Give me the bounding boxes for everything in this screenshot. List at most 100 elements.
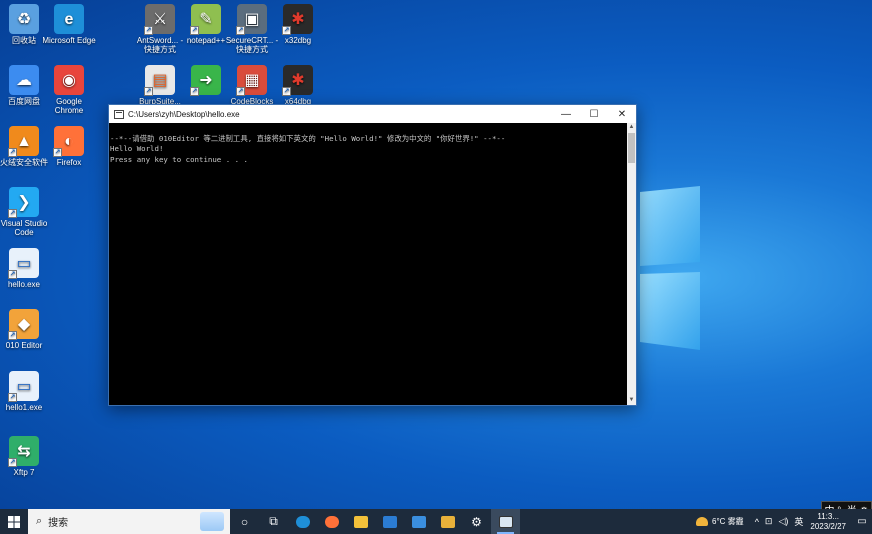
taskbar-edge[interactable]	[288, 509, 317, 534]
app-icon	[440, 515, 455, 528]
search-placeholder: 搜索	[48, 518, 69, 529]
start-button[interactable]	[0, 509, 28, 534]
vscode-icon: ❯ ↗	[8, 187, 39, 218]
shortcut-arrow-icon: ↗	[190, 26, 199, 35]
securecrt-icon: ▣ ↗	[236, 4, 267, 35]
antsword-icon: ⚔ ↗	[144, 4, 175, 35]
taskbar-mail[interactable]	[404, 509, 433, 534]
taskbar-store[interactable]	[375, 509, 404, 534]
shortcut-arrow-icon: ↗	[190, 87, 199, 96]
desktop-icon[interactable]: ❯ ↗ Visual Studio Code	[0, 187, 52, 237]
burpsuite-icon: ▤ ↗	[144, 65, 175, 96]
weather-widget[interactable]: 6°C 雾霾	[696, 516, 744, 527]
taskbar-file-explorer[interactable]	[346, 509, 375, 534]
bug-icon: ✱ ↗	[282, 4, 313, 35]
clock-date: 2023/2/27	[810, 521, 846, 531]
exe-icon: ▭ ↗	[8, 248, 39, 279]
exe-icon: ▭ ↗	[8, 371, 39, 402]
taskbar-search-box[interactable]: ⌕ 搜索	[28, 509, 230, 534]
store-icon	[382, 515, 397, 528]
network-icon[interactable]: ⊡	[765, 516, 773, 527]
system-tray: 6°C 雾霾 ^ ⊡ ◁) 英 11:3... 2023/2/27 ▭	[696, 509, 872, 534]
desktop-icon[interactable]: ◆ ↗ 010 Editor	[0, 309, 52, 350]
taskbar-app-yellow[interactable]	[433, 509, 462, 534]
chevron-up-icon[interactable]: ^	[755, 517, 759, 527]
chrome-icon: ◉	[54, 65, 84, 95]
desktop-icon-label: hello.exe	[7, 280, 41, 289]
shortcut-arrow-icon: ↗	[8, 393, 17, 402]
shortcut-arrow-icon: ↗	[282, 87, 291, 96]
desktop-icon-label: hello1.exe	[5, 403, 43, 412]
notification-icon[interactable]: ▭	[852, 509, 872, 534]
scrollbar-thumb[interactable]	[628, 133, 635, 163]
console-window[interactable]: C:\Users\zyh\Desktop\hello.exe — ☐ ✕ --*…	[108, 104, 637, 406]
arrow-icon: ➜ ↗	[190, 65, 221, 96]
edge-icon: e	[54, 4, 84, 34]
scroll-down-arrow-icon[interactable]: ▼	[627, 396, 636, 405]
shortcut-arrow-icon: ↗	[8, 270, 17, 279]
desktop-icon-label: Firefox	[56, 158, 82, 167]
search-icon: ⌕	[36, 515, 43, 527]
desktop-icon[interactable]: ✱ ↗ x64dbg	[270, 65, 326, 106]
console-title: C:\Users\zyh\Desktop\hello.exe	[128, 109, 240, 119]
shortcut-arrow-icon: ↗	[8, 148, 17, 157]
taskbar-firefox[interactable]	[317, 509, 346, 534]
console-app-icon	[114, 109, 124, 119]
desktop-icon[interactable]: e Microsoft Edge	[41, 4, 97, 45]
desktop-icon[interactable]: ▭ ↗ hello.exe	[0, 248, 52, 289]
taskbar: ⌕ 搜索 ○ ⧉ ⚙ 6°C 雾霾 ^ ⊡ ◁) 英 11:3... 2023/…	[0, 509, 872, 534]
010editor-icon: ◆ ↗	[8, 309, 39, 340]
weather-icon	[696, 517, 709, 526]
shortcut-arrow-icon: ↗	[282, 26, 291, 35]
bug-icon: ✱ ↗	[282, 65, 313, 96]
close-button[interactable]: ✕	[608, 105, 636, 123]
shortcut-arrow-icon: ↗	[236, 26, 245, 35]
console-line: Press any key to continue . . .	[110, 154, 248, 164]
shortcut-arrow-icon: ↗	[236, 87, 245, 96]
taskbar-settings[interactable]: ⚙	[462, 509, 491, 534]
maximize-button[interactable]: ☐	[580, 105, 608, 123]
console-icon	[498, 515, 513, 528]
console-line: --*--请借助 010Editor 等二进制工具, 直接将如下英文的 "Hel…	[110, 134, 506, 144]
desktop-icon-label: Xftp 7	[13, 468, 35, 477]
shortcut-arrow-icon: ↗	[8, 458, 17, 467]
xftp-icon: ⇆ ↗	[8, 436, 39, 467]
language-indicator[interactable]: 英	[794, 515, 803, 528]
shortcut-arrow-icon: ↗	[53, 148, 62, 157]
recycle-bin-icon: ♻	[9, 4, 39, 34]
gear-icon: ⚙	[471, 514, 482, 529]
notepad-plus-icon: ✎ ↗	[190, 4, 221, 35]
folder-icon	[353, 515, 368, 528]
firefox-icon	[324, 515, 339, 528]
desktop-icon-label: 010 Editor	[5, 341, 43, 350]
console-scrollbar[interactable]: ▲ ▼	[627, 123, 636, 405]
volume-icon[interactable]: ◁)	[778, 516, 788, 527]
console-line: Hello World!	[110, 144, 164, 154]
cortana-button[interactable]: ○	[230, 509, 259, 534]
desktop-icon[interactable]: ⇆ ↗ Xftp 7	[0, 436, 52, 477]
codeblocks-icon: ▦ ↗	[236, 65, 267, 96]
scroll-up-arrow-icon[interactable]: ▲	[627, 123, 636, 132]
desktop-icon[interactable]: ✱ ↗ x32dbg	[270, 4, 326, 45]
task-view-button[interactable]: ⧉	[259, 509, 288, 534]
taskbar-console[interactable]	[491, 509, 520, 534]
console-output[interactable]: --*--请借助 010Editor 等二进制工具, 直接将如下英文的 "Hel…	[109, 123, 627, 405]
desktop-icon-label: Google Chrome	[54, 97, 84, 115]
console-titlebar[interactable]: C:\Users\zyh\Desktop\hello.exe — ☐ ✕	[109, 105, 636, 123]
shortcut-arrow-icon: ↗	[8, 209, 17, 218]
desktop-icon[interactable]: ◐ ↗ Firefox	[41, 126, 97, 167]
desktop-icon[interactable]: ◉ Google Chrome	[41, 65, 97, 115]
mail-icon	[411, 515, 426, 528]
desktop-icon-label: Microsoft Edge	[42, 36, 96, 45]
huorong-icon: ▲ ↗	[8, 126, 39, 157]
clock-time: 11:3...	[817, 511, 840, 521]
desktop-icon-label: x32dbg	[284, 36, 312, 45]
desktop-icon-label: Visual Studio Code	[0, 219, 48, 237]
desktop-icon[interactable]: ▭ ↗ hello1.exe	[0, 371, 52, 412]
clock[interactable]: 11:3... 2023/2/27	[810, 512, 846, 532]
windows-start-icon	[8, 515, 20, 528]
minimize-button[interactable]: —	[552, 105, 580, 123]
shortcut-arrow-icon: ↗	[8, 331, 17, 340]
baidu-netdisk-icon: ☁	[9, 65, 39, 95]
weather-desc: 雾霾	[727, 517, 744, 526]
